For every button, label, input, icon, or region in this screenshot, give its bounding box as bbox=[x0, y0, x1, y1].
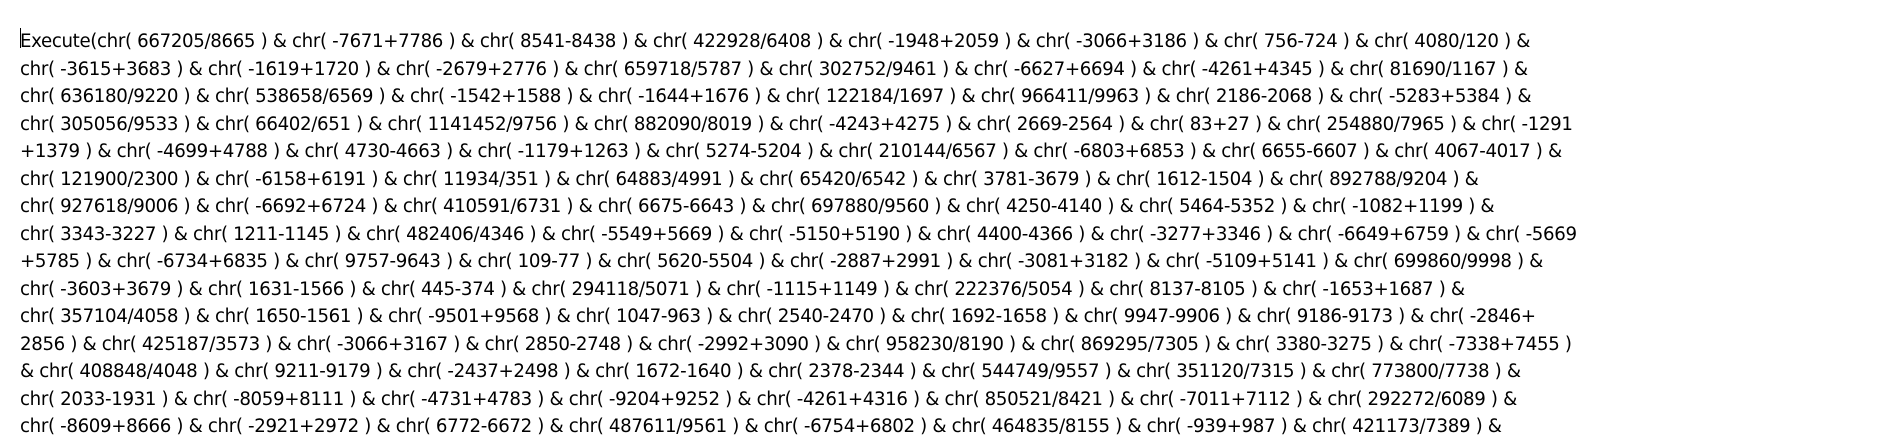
code-line: chr( 305056/9533 ) & chr( 66402/651 ) & … bbox=[20, 113, 1573, 135]
code-line: & chr( 408848/4048 ) & chr( 9211-9179 ) … bbox=[20, 361, 1521, 382]
code-line: chr( -3615+3683 ) & chr( -1619+1720 ) & … bbox=[20, 58, 1528, 80]
code-line: +5785 ) & chr( -6734+6835 ) & chr( 9757-… bbox=[20, 251, 1544, 272]
code-line: chr( 636180/9220 ) & chr( 538658/6569 ) … bbox=[20, 86, 1532, 107]
code-line: 2856 ) & chr( 425187/3573 ) & chr( -3066… bbox=[20, 333, 1572, 355]
code-line: chr( -8609+8666 ) & chr( -2921+2972 ) & … bbox=[20, 416, 1502, 437]
code-line: chr( -3603+3679 ) & chr( 1631-1566 ) & c… bbox=[20, 278, 1465, 300]
text-cursor bbox=[20, 28, 21, 48]
code-text[interactable]: Execute(chr( 667205/8665 ) & chr( -7671+… bbox=[20, 28, 1870, 441]
code-line: chr( 927618/9006 ) & chr( -6692+6724 ) &… bbox=[20, 196, 1495, 217]
text-editor[interactable]: Execute(chr( 667205/8665 ) & chr( -7671+… bbox=[0, 0, 1884, 447]
code-line: Execute(chr( 667205/8665 ) & chr( -7671+… bbox=[20, 31, 1531, 52]
code-line: chr( 121900/2300 ) & chr( -6158+6191 ) &… bbox=[20, 168, 1479, 190]
code-line: +1379 ) & chr( -4699+4788 ) & chr( 4730-… bbox=[20, 141, 1562, 162]
code-line: chr( 3343-3227 ) & chr( 1211-1145 ) & ch… bbox=[20, 223, 1577, 245]
code-line: chr( 357104/4058 ) & chr( 1650-1561 ) & … bbox=[20, 306, 1536, 327]
code-line: chr( 2033-1931 ) & chr( -8059+8111 ) & c… bbox=[20, 388, 1517, 410]
